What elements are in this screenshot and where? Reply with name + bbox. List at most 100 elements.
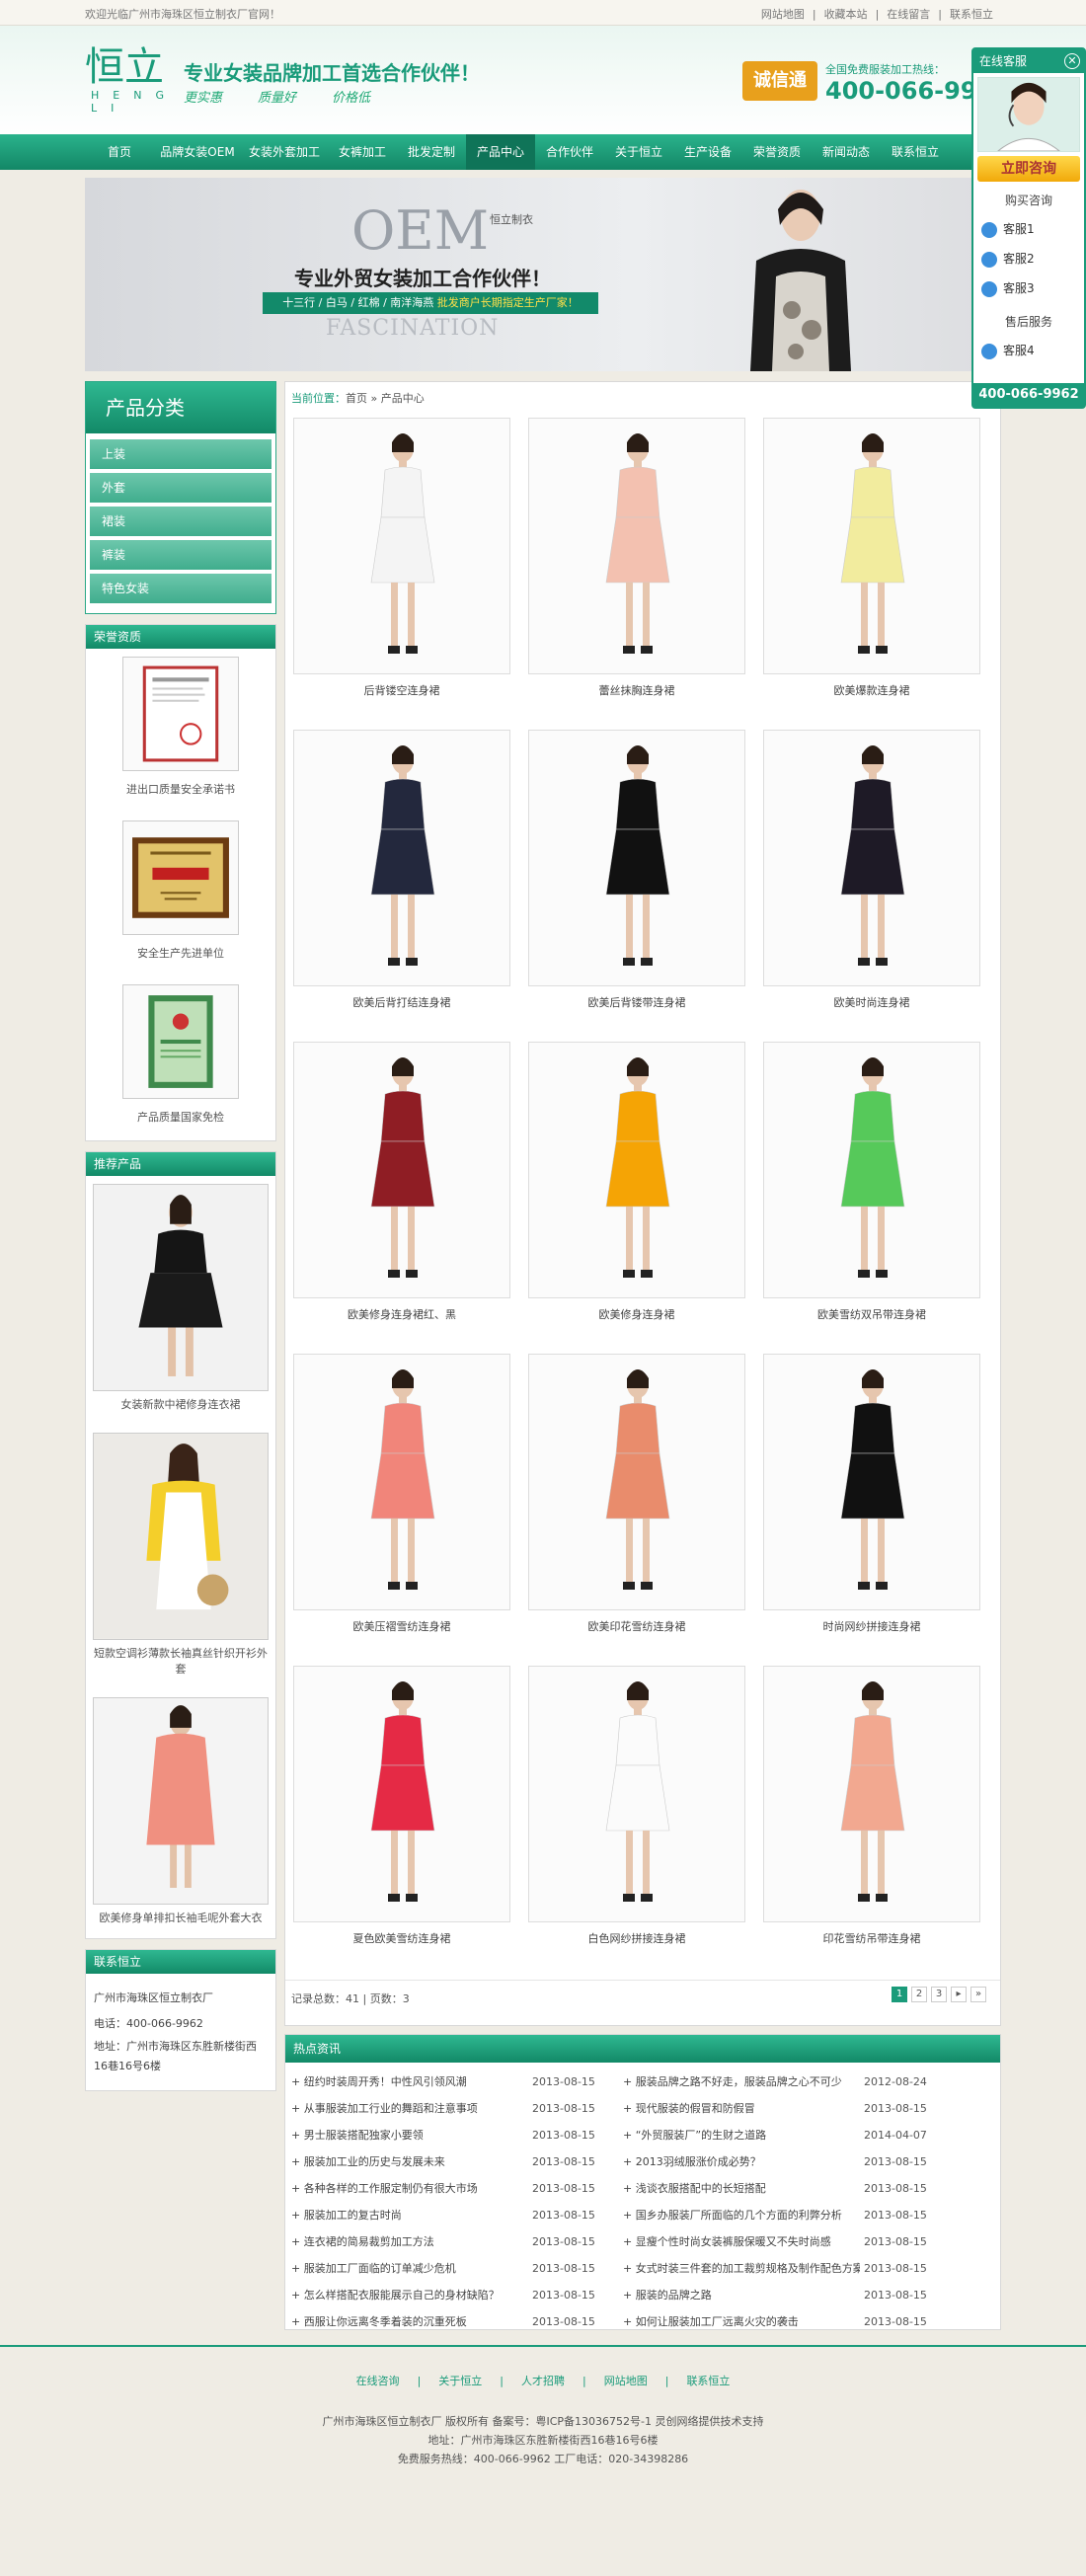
nav-news[interactable]: 新闻动态 — [812, 134, 881, 170]
product-name[interactable]: 欧美修身连身裙 — [528, 1306, 745, 1322]
product-name[interactable]: 白色网纱拼接连身裙 — [528, 1930, 745, 1946]
footer-link-contact[interactable]: 联系恒立 — [686, 2375, 730, 2387]
qq-service-3[interactable]: 客服3 — [973, 273, 1084, 303]
news-item[interactable]: + 怎么样搭配衣服能展示自己的身材缺陷？ 2013-08-15 — [285, 2282, 636, 2308]
product-name[interactable]: 印花雪纺吊带连身裙 — [763, 1930, 980, 1946]
product-card[interactable]: 欧美后背打结连身裙 — [293, 730, 510, 1009]
product-image[interactable] — [528, 418, 745, 674]
nav-honors[interactable]: 荣誉资质 — [742, 134, 812, 170]
banner[interactable]: OEM 恒立制衣 专业外贸女装加工合作伙伴！ 十三行 / 白马 / 红棉 / 南… — [85, 178, 1001, 371]
product-card[interactable]: 白色网纱拼接连身裙 — [528, 1666, 745, 1945]
news-item-title[interactable]: + 各种各样的工作服定制仍有很大市场 — [291, 2175, 528, 2202]
news-item[interactable]: + 从事服装加工行业的舞蹈和注意事项 2013-08-15 — [285, 2095, 636, 2122]
page-1-button[interactable]: 1 — [892, 1987, 907, 2002]
page-2-button[interactable]: 2 — [911, 1987, 927, 2002]
recommend-item[interactable]: 短款空调衫薄款长袖真丝针织开衫外套 — [86, 1425, 275, 1689]
product-card[interactable]: 后背镂空连身裙 — [293, 418, 510, 697]
news-item-title[interactable]: + 女式时装三件套的加工裁剪规格及制作配色方案 — [623, 2255, 860, 2282]
product-card[interactable]: 欧美压褶雪纺连身裙 — [293, 1354, 510, 1633]
product-name[interactable]: 欧美压褶雪纺连身裙 — [293, 1618, 510, 1634]
news-item-title[interactable]: + 现代服装的假冒和防假冒 — [623, 2095, 860, 2122]
news-item-title[interactable]: + “外贸服装厂”的生财之道路 — [623, 2122, 860, 2148]
product-name[interactable]: 欧美后背镂带连身裙 — [528, 994, 745, 1010]
news-item[interactable]: + 服装的品牌之路 2013-08-15 — [617, 2282, 968, 2308]
product-image[interactable] — [293, 730, 510, 986]
category-pants[interactable]: 裤装 — [90, 540, 272, 570]
footer-link-jobs[interactable]: 人才招聘 — [521, 2375, 565, 2387]
honor-item[interactable]: 产品质量国家免检 — [86, 976, 275, 1140]
product-image[interactable] — [763, 1666, 980, 1922]
news-item[interactable]: + 服装品牌之路不好走，服装品牌之心不可少 2012-08-24 — [617, 2069, 968, 2095]
product-image[interactable] — [293, 1042, 510, 1298]
product-image[interactable] — [528, 730, 745, 986]
top-link-sitemap[interactable]: 网站地图 — [761, 8, 805, 21]
news-item-title[interactable]: + 服装的品牌之路 — [623, 2282, 860, 2308]
product-name[interactable]: 欧美修身连身裙红、黑 — [293, 1306, 510, 1322]
recommend-item[interactable]: 欧美修身单排扣长袖毛呢外套大衣 — [86, 1689, 275, 1938]
news-item[interactable]: + 现代服装的假冒和防假冒 2013-08-15 — [617, 2095, 968, 2122]
category-tops[interactable]: 上装 — [90, 439, 272, 469]
product-image[interactable] — [763, 1042, 980, 1298]
top-link-favorite[interactable]: 收藏本站 — [824, 8, 868, 21]
top-link-message[interactable]: 在线留言 — [887, 8, 930, 21]
qq-service-4[interactable]: 客服4 — [973, 336, 1084, 365]
product-card[interactable]: 欧美修身连身裙 — [528, 1042, 745, 1321]
product-name[interactable]: 后背镂空连身裙 — [293, 682, 510, 698]
nav-pants[interactable]: 女裤加工 — [328, 134, 397, 170]
qq-service-2[interactable]: 客服2 — [973, 244, 1084, 273]
news-item-title[interactable]: + 怎么样搭配衣服能展示自己的身材缺陷？ — [291, 2282, 528, 2308]
breadcrumb-home[interactable]: 首页 — [346, 392, 367, 405]
product-name[interactable]: 夏色欧美雪纺连身裙 — [293, 1930, 510, 1946]
nav-brand-oem[interactable]: 品牌女装OEM — [154, 134, 241, 170]
close-icon[interactable]: ✕ — [1064, 53, 1080, 69]
news-item-title[interactable]: + 男士服装搭配独家小要领 — [291, 2122, 528, 2148]
news-item-title[interactable]: + 从事服装加工行业的舞蹈和注意事项 — [291, 2095, 528, 2122]
qq-service-1[interactable]: 客服1 — [973, 214, 1084, 244]
news-item-title[interactable]: + 浅谈衣服搭配中的长短搭配 — [623, 2175, 860, 2202]
nav-home[interactable]: 首页 — [85, 134, 154, 170]
top-link-contact[interactable]: 联系恒立 — [950, 8, 993, 21]
news-item-title[interactable]: + 纽约时装周开秀！中性风引领风潮 — [291, 2069, 528, 2095]
product-card[interactable]: 欧美后背镂带连身裙 — [528, 730, 745, 1009]
nav-about[interactable]: 关于恒立 — [604, 134, 673, 170]
news-item-title[interactable]: + 服装加工厂面临的订单减少危机 — [291, 2255, 528, 2282]
news-item[interactable]: + 国乡办服装厂所面临的几个方面的利弊分析 2013-08-15 — [617, 2202, 968, 2228]
news-item-title[interactable]: + 国乡办服装厂所面临的几个方面的利弊分析 — [623, 2202, 860, 2228]
nav-coat[interactable]: 女装外套加工 — [241, 134, 328, 170]
product-name[interactable]: 欧美雪纺双吊带连身裙 — [763, 1306, 980, 1322]
product-name[interactable]: 蕾丝抹胸连身裙 — [528, 682, 745, 698]
news-item-title[interactable]: + 服装品牌之路不好走，服装品牌之心不可少 — [623, 2069, 860, 2095]
nav-equipment[interactable]: 生产设备 — [673, 134, 742, 170]
product-card[interactable]: 时尚网纱拼接连身裙 — [763, 1354, 980, 1633]
product-card[interactable]: 印花雪纺吊带连身裙 — [763, 1666, 980, 1945]
news-item[interactable]: + 连衣裙的简易裁剪加工方法 2013-08-15 — [285, 2228, 636, 2255]
news-item[interactable]: + 服装加工厂面临的订单减少危机 2013-08-15 — [285, 2255, 636, 2282]
recommend-item[interactable]: 女装新款中裙修身连衣裙 — [86, 1176, 275, 1425]
product-image[interactable] — [528, 1042, 745, 1298]
news-item[interactable]: + 女式时装三件套的加工裁剪规格及制作配色方案 2013-08-15 — [617, 2255, 968, 2282]
product-image[interactable] — [293, 418, 510, 674]
nav-wholesale[interactable]: 批发定制 — [397, 134, 466, 170]
product-card[interactable]: 夏色欧美雪纺连身裙 — [293, 1666, 510, 1945]
news-item[interactable]: + 如何让服装加工厂远离火灾的袭击 2013-08-15 — [617, 2308, 968, 2335]
product-image[interactable] — [528, 1666, 745, 1922]
nav-partners[interactable]: 合作伙伴 — [535, 134, 604, 170]
product-card[interactable]: 欧美爆款连身裙 — [763, 418, 980, 697]
news-item-title[interactable]: + 服装加工的复古时尚 — [291, 2202, 528, 2228]
logo[interactable]: 恒立 HENG LI — [85, 45, 164, 115]
last-page-button[interactable]: » — [970, 1987, 986, 2002]
product-image[interactable] — [293, 1666, 510, 1922]
product-name[interactable]: 时尚网纱拼接连身裙 — [763, 1618, 980, 1634]
nav-contact[interactable]: 联系恒立 — [881, 134, 950, 170]
news-item[interactable]: + 2013羽绒服涨价成必势？ 2013-08-15 — [617, 2148, 968, 2175]
news-item[interactable]: + 各种各样的工作服定制仍有很大市场 2013-08-15 — [285, 2175, 636, 2202]
footer-link-consult[interactable]: 在线咨询 — [356, 2375, 400, 2387]
news-item-title[interactable]: + 2013羽绒服涨价成必势？ — [623, 2148, 860, 2175]
chengxintong-badge[interactable]: 诚信通 — [742, 61, 817, 101]
news-item[interactable]: + 男士服装搭配独家小要领 2013-08-15 — [285, 2122, 636, 2148]
product-name[interactable]: 欧美后背打结连身裙 — [293, 994, 510, 1010]
honor-item[interactable]: 进出口质量安全承诺书 — [86, 649, 275, 813]
product-card[interactable]: 欧美印花雪纺连身裙 — [528, 1354, 745, 1633]
product-image[interactable] — [763, 1354, 980, 1610]
product-image[interactable] — [293, 1354, 510, 1610]
